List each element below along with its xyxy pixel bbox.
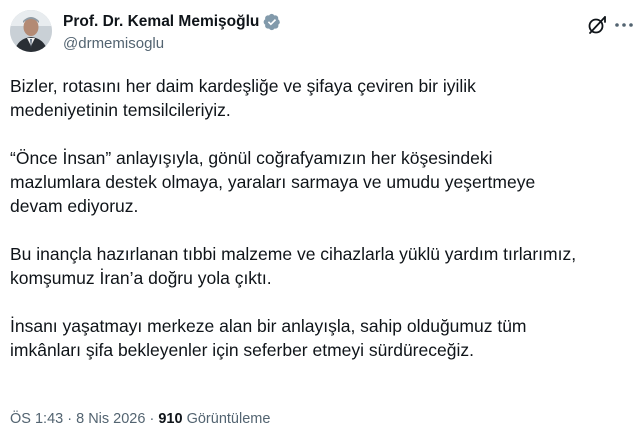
avatar[interactable]: [10, 10, 52, 52]
verified-badge-icon: [263, 13, 281, 31]
tweet-header: Prof. Dr. Kemal Memişoğlu @drmemisoglu: [10, 8, 634, 56]
avatar-image: [10, 10, 52, 52]
tweet-time[interactable]: ÖS 1:43: [10, 411, 63, 427]
tweet-paragraph-4: İnsanı yaşatmayı merkeze alan bir anlayı…: [10, 316, 527, 360]
views-label: Görüntüleme: [186, 411, 271, 427]
tweet-date[interactable]: 8 Nis 2026: [76, 411, 145, 427]
author-names: Prof. Dr. Kemal Memişoğlu @drmemisoglu: [63, 12, 281, 52]
meta-separator: ·: [149, 411, 155, 427]
tweet-paragraph-3: Bu inançla hazırlanan tıbbi malzeme ve c…: [10, 244, 577, 288]
grok-icon[interactable]: [586, 14, 608, 36]
more-horizontal-icon[interactable]: [614, 16, 634, 34]
tweet: Prof. Dr. Kemal Memişoğlu @drmemisoglu B…: [0, 0, 644, 441]
views-count: 910: [158, 411, 183, 427]
display-name[interactable]: Prof. Dr. Kemal Memişoğlu: [63, 13, 259, 31]
display-name-row: Prof. Dr. Kemal Memişoğlu: [63, 12, 281, 32]
meta-separator: ·: [67, 411, 73, 427]
author-handle[interactable]: @drmemisoglu: [63, 35, 281, 52]
tweet-paragraph-2: “Önce İnsan” anlayışıyla, gönül coğrafya…: [10, 148, 536, 216]
tweet-text: Bizler, rotasını her daim kardeşliğe ve …: [10, 74, 630, 386]
tweet-paragraph-1: Bizler, rotasını her daim kardeşliğe ve …: [10, 76, 476, 120]
tweet-meta: ÖS 1:43 · 8 Nis 2026 · 910 Görüntüleme: [10, 411, 270, 427]
